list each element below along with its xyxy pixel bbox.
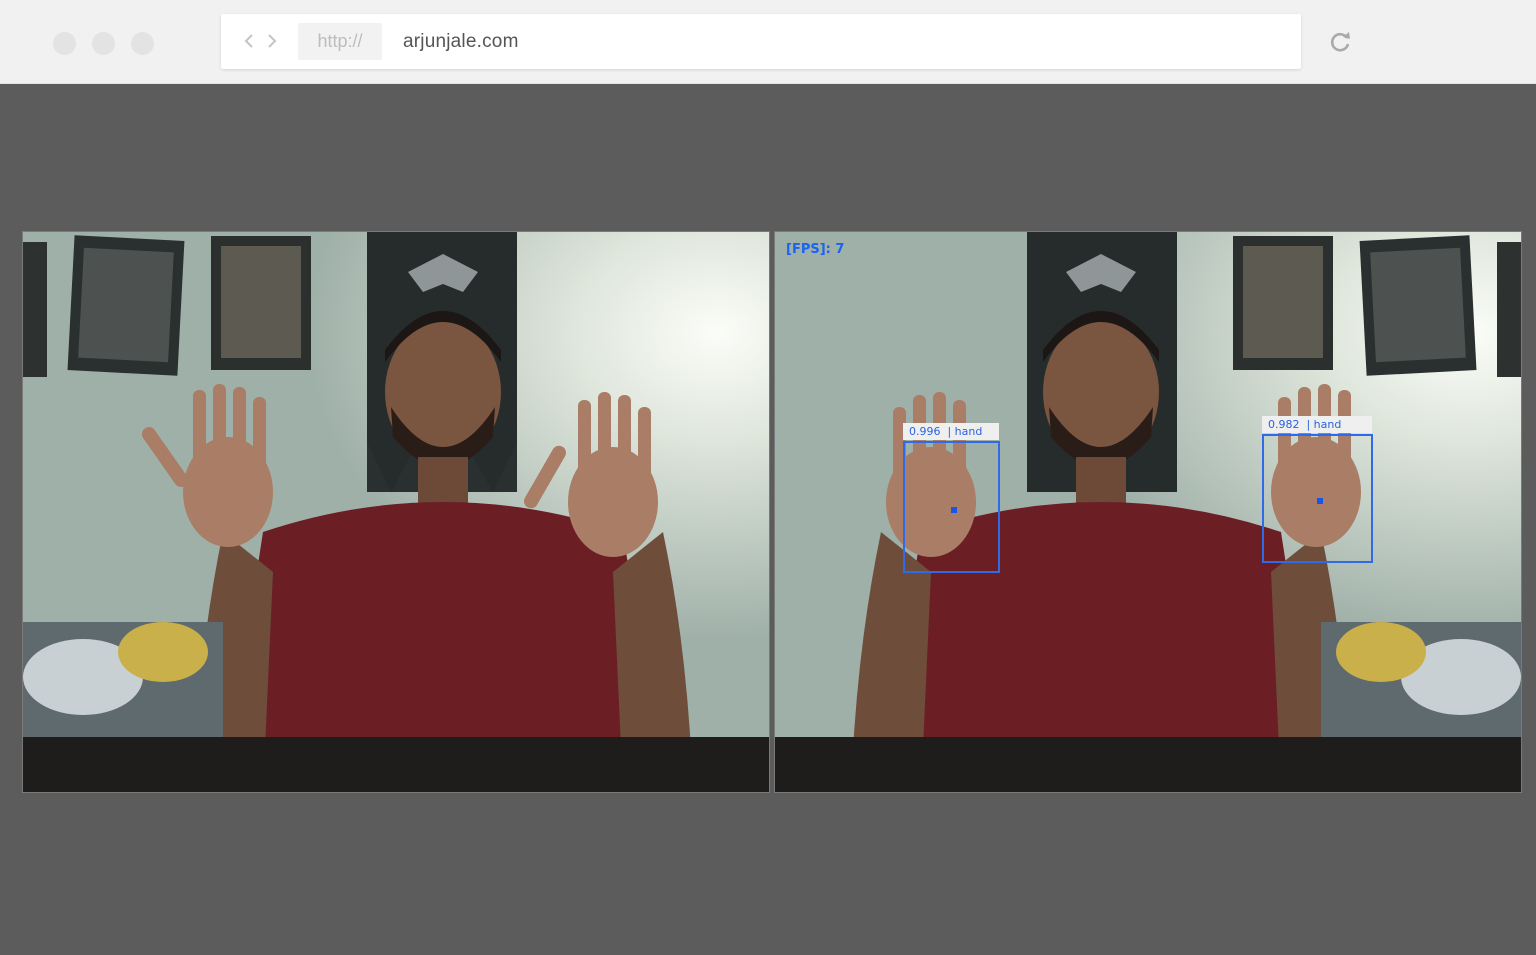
detection-label: 0.996 | hand [903, 423, 999, 440]
hand-center-point [1317, 498, 1323, 504]
raw-webcam-feed [22, 231, 770, 793]
window-minimize-button[interactable] [92, 32, 115, 55]
browser-toolbar: http:// arjunjale.com [0, 0, 1536, 84]
reload-icon[interactable] [1326, 28, 1354, 56]
back-icon[interactable] [240, 28, 258, 54]
fps-counter: [FPS]: 7 [786, 242, 845, 257]
webcam-image-mirrored [775, 232, 1521, 792]
url-text[interactable]: arjunjale.com [403, 23, 519, 60]
hand-center-point [951, 507, 957, 513]
detection-webcam-feed: [FPS]: 7 0.996 | hand 0.982 | hand [774, 231, 1522, 793]
address-bar[interactable]: http:// arjunjale.com [221, 14, 1301, 69]
forward-icon[interactable] [263, 28, 281, 54]
protocol-label: http:// [298, 23, 382, 60]
window-close-button[interactable] [53, 32, 76, 55]
detection-label: 0.982 | hand [1262, 416, 1372, 433]
webcam-image [23, 232, 769, 792]
window-maximize-button[interactable] [131, 32, 154, 55]
